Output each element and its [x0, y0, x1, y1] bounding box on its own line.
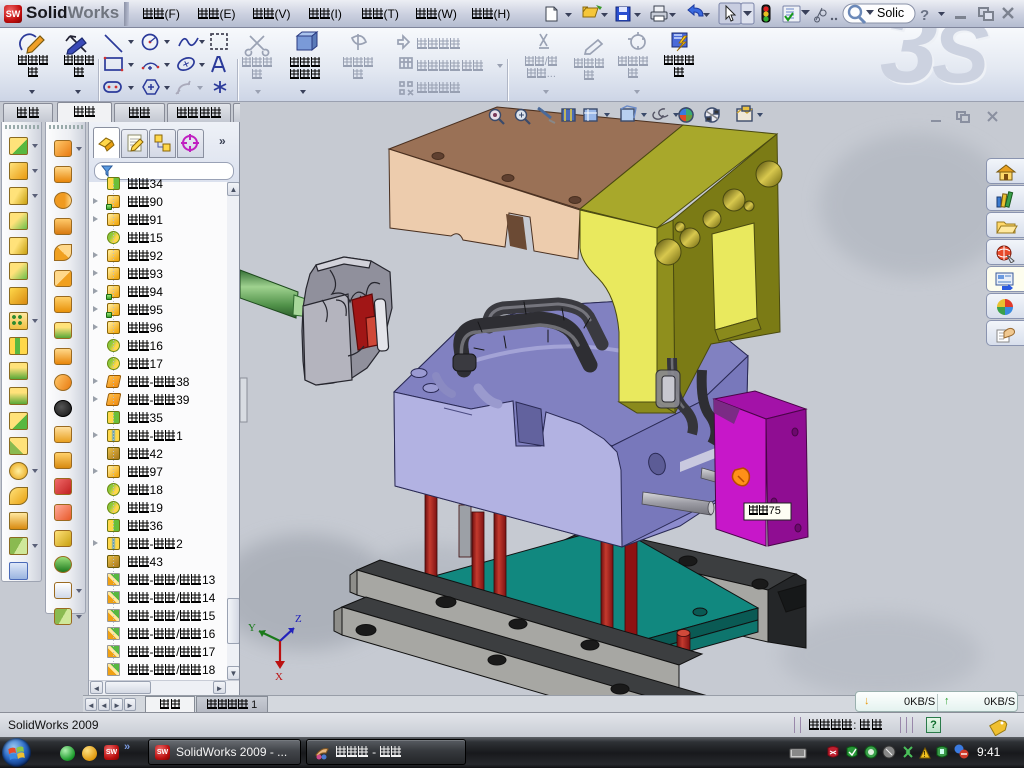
svg-text:Solic: Solic — [877, 6, 904, 20]
svg-text:Y: Y — [248, 622, 256, 634]
svg-text:!: ! — [924, 750, 926, 759]
svg-text:X: X — [275, 671, 283, 683]
svg-text:?: ? — [920, 7, 929, 24]
svg-text:9:41: 9:41 — [977, 745, 1001, 759]
svg-text:Z: Z — [295, 613, 302, 625]
